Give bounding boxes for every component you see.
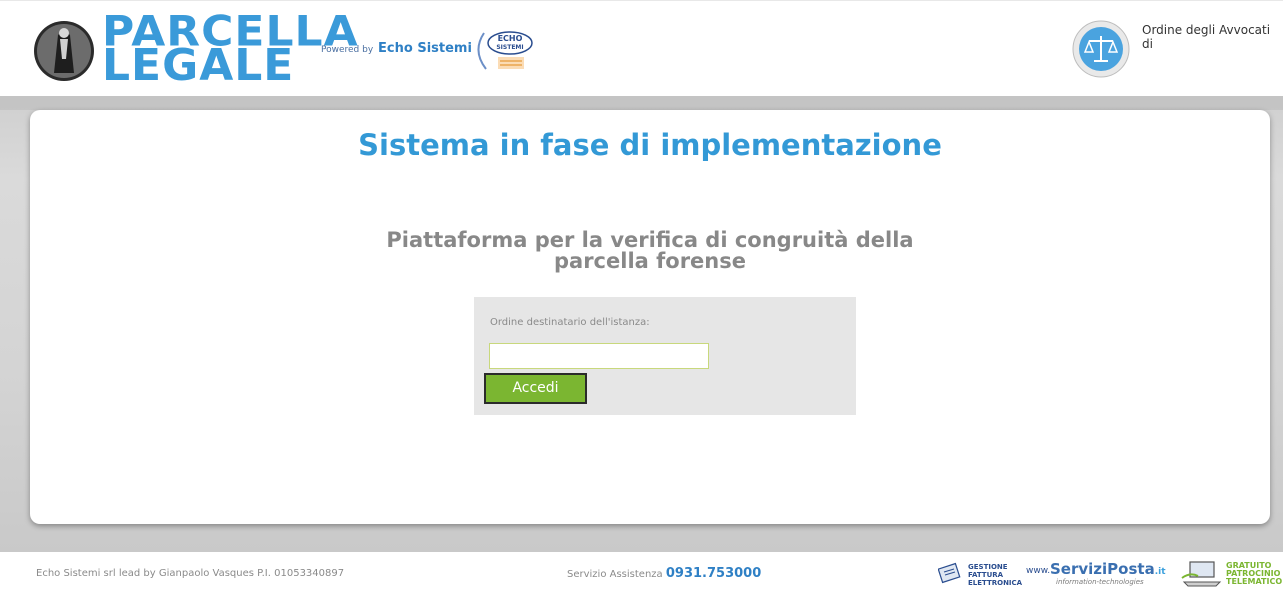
- powered-company: Echo Sistemi: [378, 41, 472, 56]
- fattura-elettronica-logo[interactable]: GESTIONE FATTURA ELETTRONICA: [938, 560, 1022, 590]
- footer-company-text: Echo Sistemi srl lead by Gianpaolo Vasqu…: [36, 568, 345, 579]
- invoice-icon: [938, 562, 961, 584]
- gratuito-patrocinio-logo[interactable]: GRATUITO PATROCINIO TELEMATICO: [1180, 558, 1282, 592]
- assistance-phone[interactable]: 0931.753000: [666, 566, 761, 581]
- fattura-line2: FATTURA: [968, 571, 1004, 579]
- fattura-line3: ELETTRONICA: [968, 579, 1023, 587]
- serviziposta-name-text: ServiziPosta: [1050, 560, 1155, 578]
- svg-text:SISTEMI: SISTEMI: [496, 44, 523, 51]
- subtitle-line2: parcella forense: [554, 249, 746, 273]
- powered-by-label: Powered by: [321, 45, 374, 55]
- page-title: Sistema in fase di implementazione: [358, 128, 942, 162]
- subtitle-line1: Piattaforma per la verifica di congruità…: [386, 228, 914, 252]
- serviziposta-suffix: .it: [1154, 567, 1166, 577]
- serviziposta-www: www.: [1026, 566, 1051, 576]
- order-recipient-input[interactable]: [489, 343, 709, 369]
- order-recipient-label: Ordine destinatario dell'istanza:: [490, 317, 650, 328]
- page-subtitle: Piattaforma per la verifica di congruità…: [0, 230, 1283, 272]
- fattura-text: GESTIONE FATTURA ELETTRONICA: [968, 563, 1022, 587]
- header: PARCELLA LEGALE Powered by Echo Sistemi …: [0, 0, 1283, 96]
- login-form: Ordine destinatario dell'istanza: Accedi: [474, 297, 856, 415]
- assistance-label: Servizio Assistenza: [567, 569, 663, 580]
- fattura-line1: GESTIONE: [968, 563, 1008, 571]
- scales-of-justice-icon: [1072, 20, 1130, 78]
- serviziposta-logo[interactable]: www. ServiziPosta.it information-technol…: [1026, 560, 1166, 590]
- powered-by: Powered by Echo Sistemi: [321, 41, 472, 56]
- gratuito-line3: TELEMATICO: [1226, 577, 1283, 586]
- serviziposta-tagline: information-technologies: [1056, 578, 1144, 586]
- parcella-legale-emblem-icon: [34, 21, 94, 81]
- serviziposta-name: ServiziPosta.it: [1050, 560, 1166, 578]
- svg-text:ECHO: ECHO: [498, 34, 523, 43]
- accedi-button[interactable]: Accedi: [484, 373, 587, 404]
- echo-sistemi-badge-icon: ECHO SISTEMI: [477, 31, 533, 70]
- footer-assistance: Servizio Assistenza 0931.753000: [567, 566, 761, 581]
- laptop-icon: [1181, 561, 1222, 587]
- order-name-text: Ordine degli Avvocati di: [1142, 23, 1271, 51]
- gratuito-text: GRATUITO PATROCINIO TELEMATICO: [1226, 562, 1282, 586]
